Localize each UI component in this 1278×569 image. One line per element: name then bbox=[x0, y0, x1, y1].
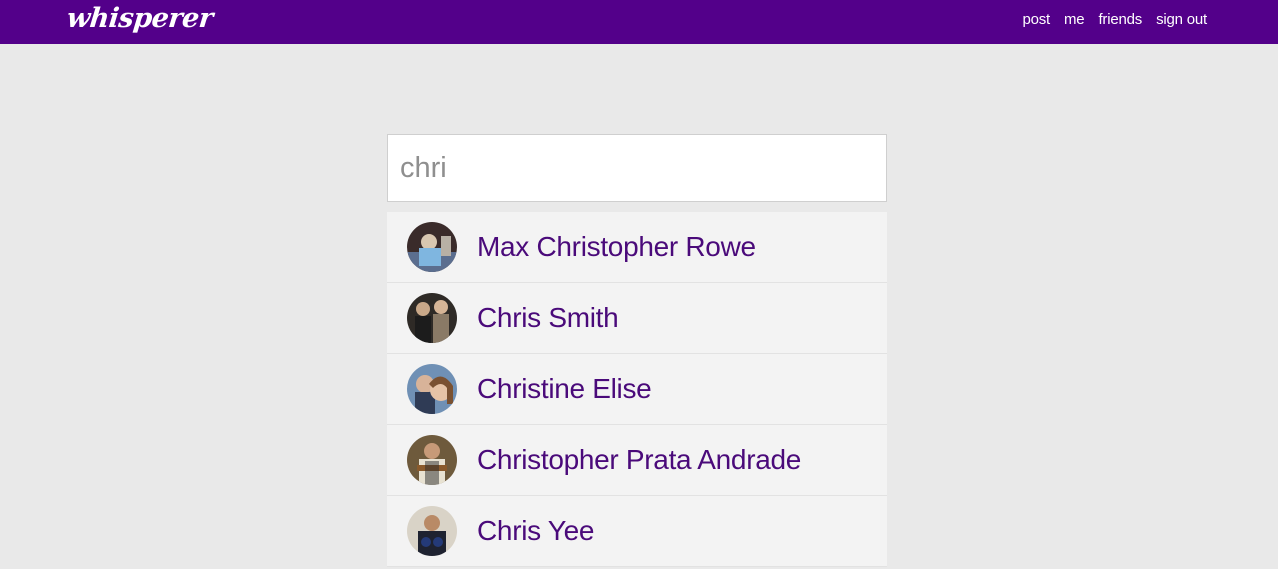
result-item-max-christopher-rowe[interactable]: Max Christopher Rowe bbox=[387, 212, 887, 283]
result-name: Christine Elise bbox=[477, 373, 652, 404]
whisperer-logo[interactable]: whisperer bbox=[65, 2, 214, 36]
nav-link-me[interactable]: me bbox=[1064, 11, 1085, 28]
nav-link-friends[interactable]: friends bbox=[1098, 11, 1142, 28]
user-avatar bbox=[407, 222, 457, 272]
user-avatar bbox=[407, 435, 457, 485]
search-results-list: Max Christopher Rowe Chris Smith Christi… bbox=[387, 212, 887, 567]
result-name: Max Christopher Rowe bbox=[477, 231, 756, 262]
result-name: Chris Yee bbox=[477, 515, 595, 546]
user-avatar bbox=[407, 293, 457, 343]
result-item-christopher-prata-andrade[interactable]: Christopher Prata Andrade bbox=[387, 425, 887, 496]
nav-link-post[interactable]: post bbox=[1022, 11, 1050, 28]
friend-search-box bbox=[387, 134, 887, 202]
user-avatar bbox=[407, 506, 457, 556]
friend-search-input[interactable] bbox=[388, 135, 886, 201]
result-item-chris-smith[interactable]: Chris Smith bbox=[387, 283, 887, 354]
result-name: Christopher Prata Andrade bbox=[477, 444, 802, 475]
top-navbar: whisperer post me friends sign out bbox=[0, 0, 1278, 44]
result-item-chris-yee[interactable]: Chris Yee bbox=[387, 496, 887, 567]
result-name: Chris Smith bbox=[477, 302, 619, 333]
nav-links: post me friends sign out bbox=[1008, 0, 1207, 38]
result-item-christine-elise[interactable]: Christine Elise bbox=[387, 354, 887, 425]
user-avatar bbox=[407, 364, 457, 414]
nav-link-sign-out[interactable]: sign out bbox=[1156, 11, 1207, 28]
